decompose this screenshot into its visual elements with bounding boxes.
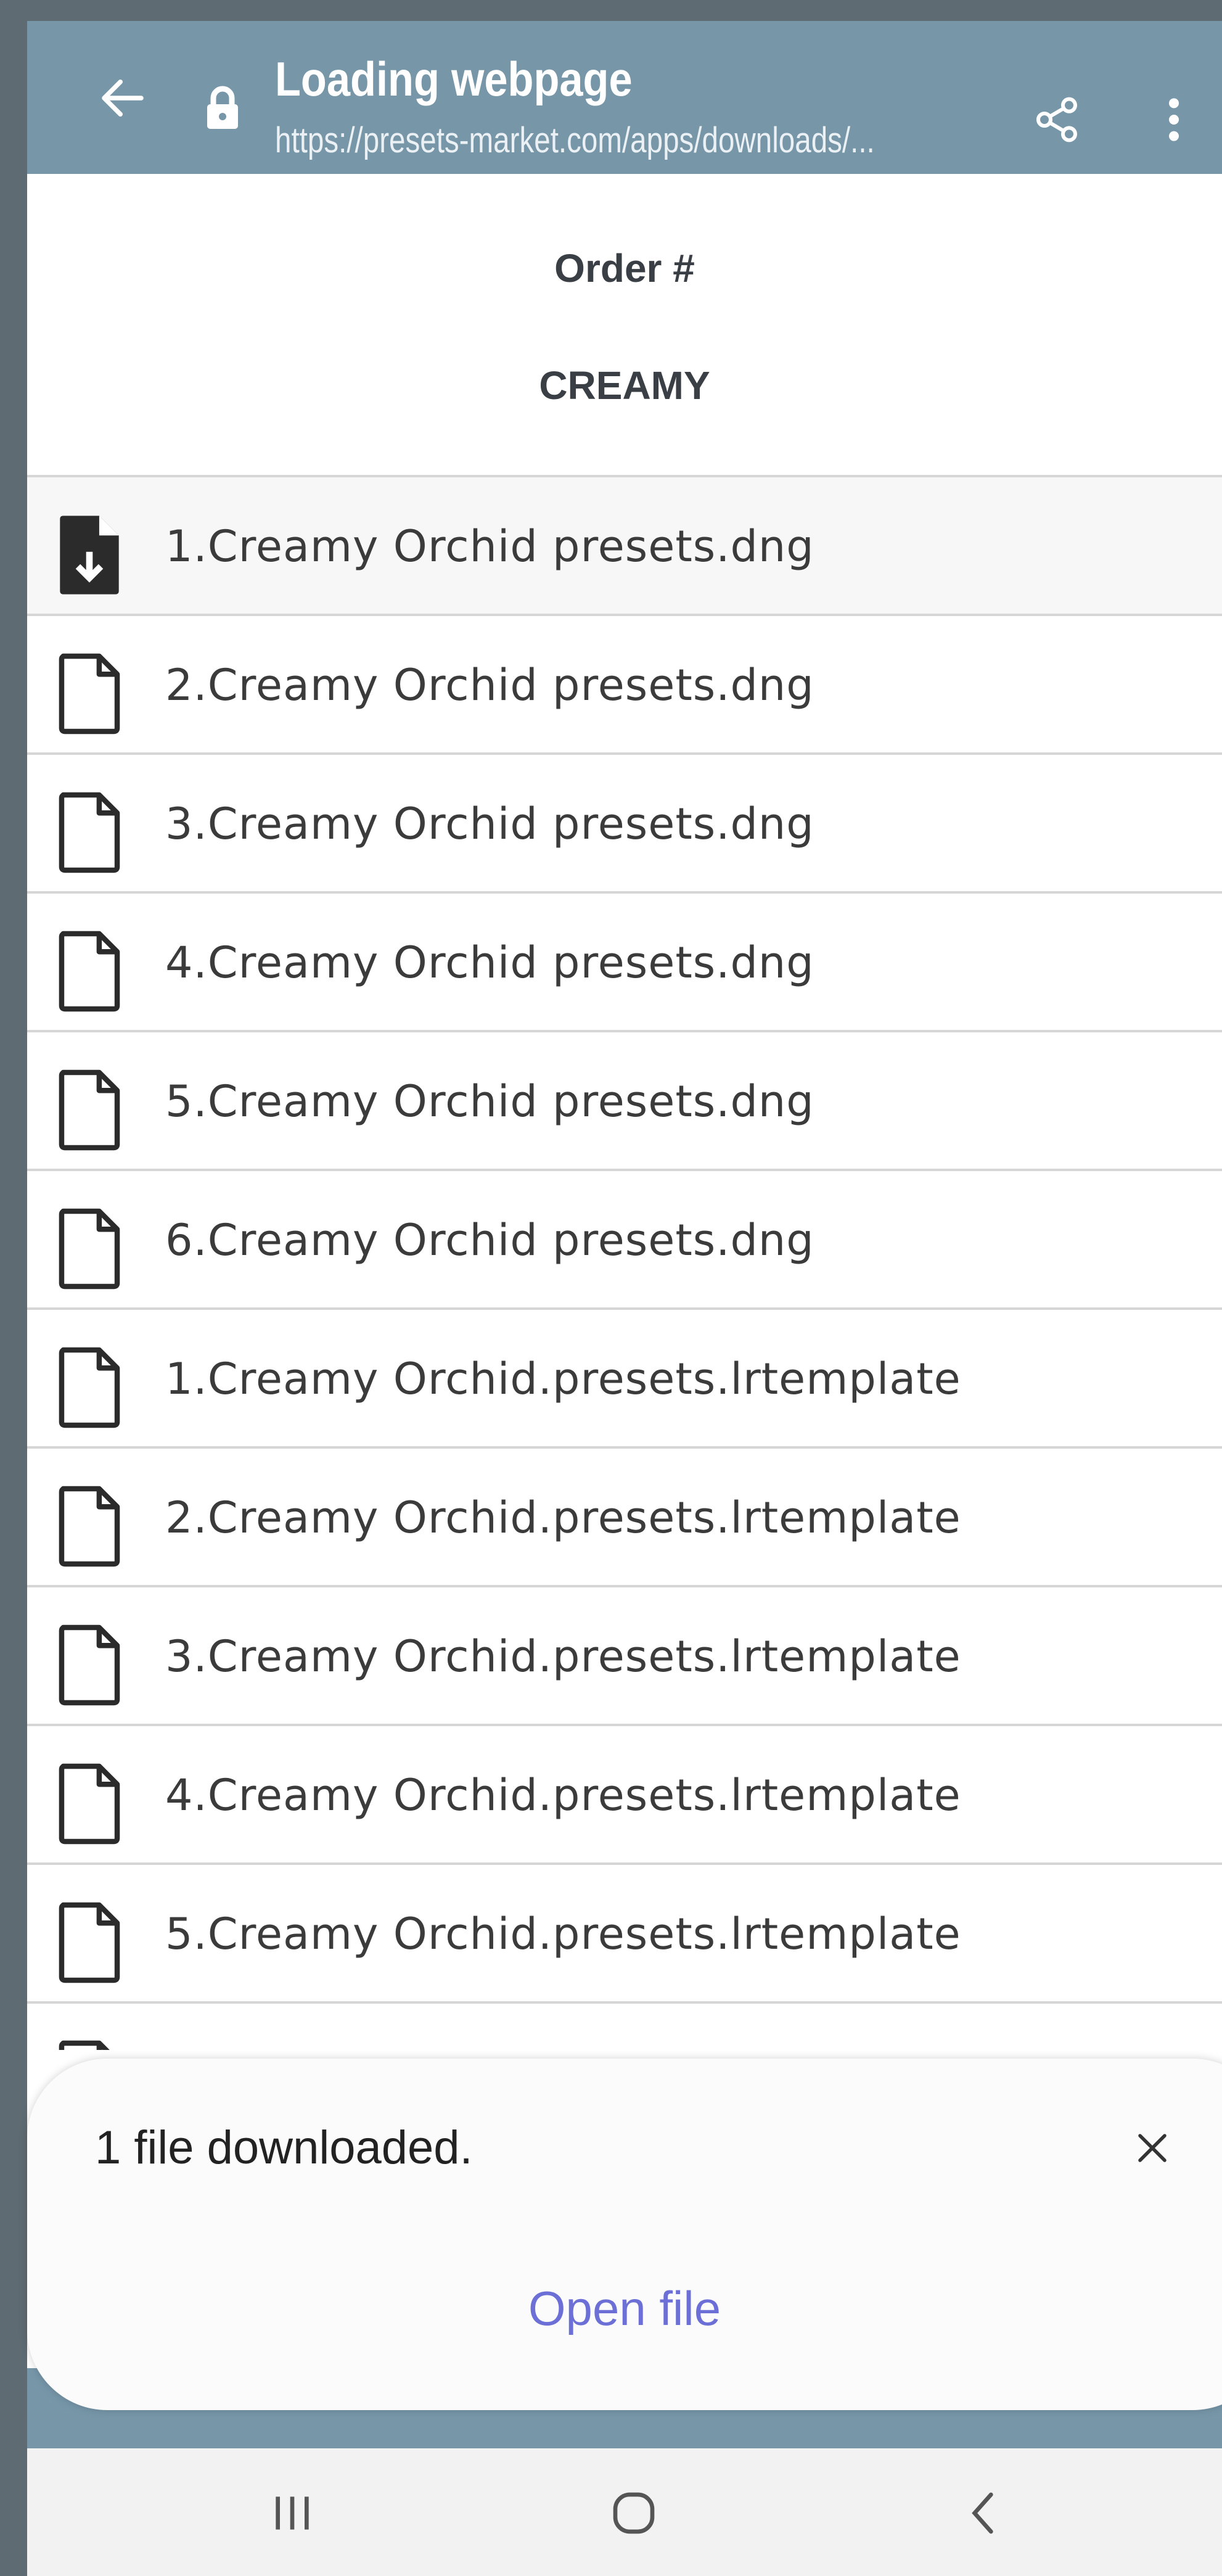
file-row[interactable]: 2.Creamy Orchid.presets.lrtemplate bbox=[27, 1449, 1222, 1587]
file-name: 2.Creamy Orchid presets.dng bbox=[165, 660, 814, 710]
close-icon bbox=[1138, 2134, 1167, 2162]
share-icon bbox=[1036, 97, 1077, 142]
toast-message: 1 file downloaded. bbox=[95, 2121, 473, 2174]
home-icon bbox=[613, 2492, 655, 2534]
device-border bbox=[0, 0, 27, 2576]
system-nav-bar bbox=[27, 2448, 1222, 2576]
file-name: 3.Creamy Orchid.presets.lrtemplate bbox=[165, 1631, 961, 1682]
file-name: 1.Creamy Orchid.presets.lrtemplate bbox=[165, 1354, 961, 1404]
file-row[interactable]: 6.Creamy Orchid presets.dng bbox=[27, 1171, 1222, 1310]
recent-apps-button[interactable] bbox=[249, 2473, 335, 2553]
page-title: Loading webpage bbox=[275, 52, 633, 106]
file-row[interactable]: 1.Creamy Orchid presets.dng bbox=[27, 477, 1222, 616]
url-bar[interactable]: https://presets-market.com/apps/download… bbox=[275, 116, 912, 165]
file-row[interactable]: 2.Creamy Orchid presets.dng bbox=[27, 616, 1222, 755]
file-row[interactable]: 4.Creamy Orchid presets.dng bbox=[27, 894, 1222, 1032]
file-icon bbox=[57, 1483, 122, 1567]
file-icon bbox=[57, 1622, 122, 1706]
file-icon bbox=[57, 1206, 122, 1290]
file-icon bbox=[57, 651, 122, 735]
file-name: 3.Creamy Orchid presets.dng bbox=[165, 799, 814, 849]
file-download-icon bbox=[57, 512, 122, 595]
file-name: 4.Creamy Orchid.presets.lrtemplate bbox=[165, 1770, 961, 1821]
file-icon bbox=[57, 1344, 122, 1428]
file-icon bbox=[57, 1067, 122, 1151]
file-row[interactable]: 3.Creamy Orchid presets.dng bbox=[27, 755, 1222, 894]
order-label: Order # bbox=[554, 246, 695, 290]
more-vertical-icon bbox=[1169, 98, 1179, 141]
nav-back-button[interactable] bbox=[940, 2473, 1026, 2553]
file-row[interactable]: 5.Creamy Orchid presets.dng bbox=[27, 1032, 1222, 1171]
file-row[interactable] bbox=[27, 2013, 1222, 2050]
recent-apps-icon bbox=[276, 2496, 309, 2530]
device-border bbox=[0, 0, 1222, 21]
lock-icon bbox=[201, 83, 244, 132]
file-name: 2.Creamy Orchid.presets.lrtemplate bbox=[165, 1492, 961, 1543]
file-name: 5.Creamy Orchid presets.dng bbox=[165, 1076, 814, 1127]
screen: Loading webpage https://presets-market.c… bbox=[0, 0, 1222, 2576]
download-toast: 1 file downloaded. Open file bbox=[27, 2059, 1222, 2410]
file-icon bbox=[57, 789, 122, 873]
file-name: 5.Creamy Orchid.presets.lrtemplate bbox=[165, 1909, 961, 1959]
file-row[interactable]: 4.Creamy Orchid.presets.lrtemplate bbox=[27, 1726, 1222, 1865]
file-icon bbox=[57, 1899, 122, 1983]
back-icon bbox=[972, 2492, 993, 2534]
file-row[interactable]: 3.Creamy Orchid.presets.lrtemplate bbox=[27, 1587, 1222, 1726]
file-row[interactable]: 5.Creamy Orchid.presets.lrtemplate bbox=[27, 1865, 1222, 2004]
back-button[interactable] bbox=[89, 64, 157, 132]
browser-toolbar: Loading webpage https://presets-market.c… bbox=[27, 21, 1222, 174]
file-name: 6.Creamy Orchid presets.dng bbox=[165, 1215, 814, 1265]
open-file-button[interactable]: Open file bbox=[27, 2274, 1222, 2342]
toast-close-button[interactable] bbox=[1118, 2114, 1186, 2182]
share-button[interactable] bbox=[1026, 89, 1088, 150]
file-name: 1.Creamy Orchid presets.dng bbox=[165, 521, 814, 572]
file-name: 4.Creamy Orchid presets.dng bbox=[165, 937, 814, 988]
file-icon bbox=[57, 928, 122, 1012]
order-name: CREAMY bbox=[539, 363, 710, 408]
more-options-button[interactable] bbox=[1143, 89, 1205, 150]
file-list: 1.Creamy Orchid presets.dng 2.Creamy Orc… bbox=[27, 475, 1222, 2004]
file-icon bbox=[57, 2038, 122, 2050]
arrow-left-icon bbox=[102, 80, 144, 117]
file-row[interactable]: 1.Creamy Orchid.presets.lrtemplate bbox=[27, 1310, 1222, 1449]
file-icon bbox=[57, 1761, 122, 1845]
home-button[interactable] bbox=[591, 2473, 677, 2553]
